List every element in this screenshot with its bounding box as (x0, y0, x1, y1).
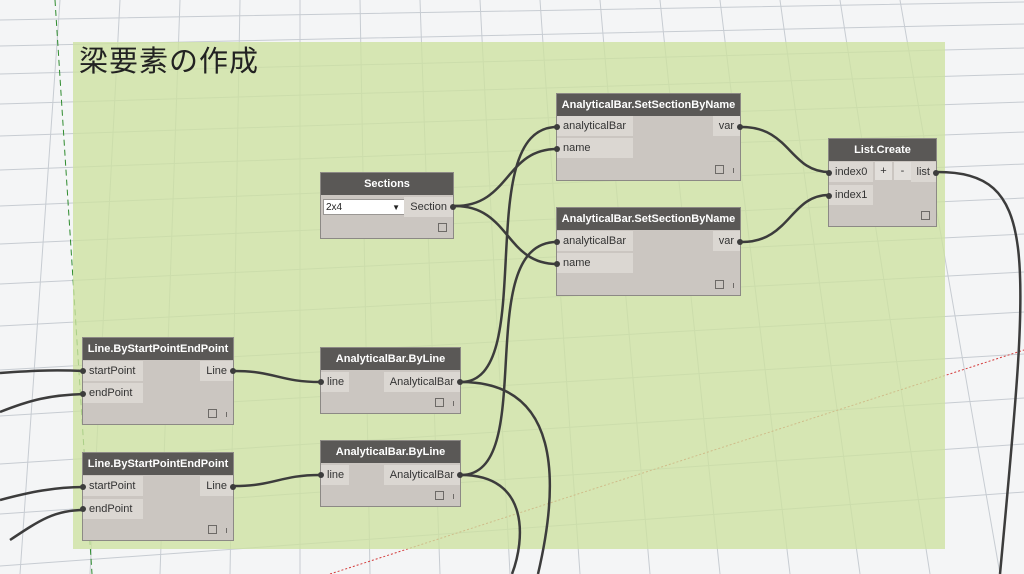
input-port-endpoint[interactable]: endPoint (83, 383, 143, 403)
node-title[interactable]: AnalyticalBar.SetSectionByName (557, 208, 740, 230)
output-port-line[interactable]: Line (200, 476, 233, 496)
node-title[interactable]: List.Create (829, 139, 936, 161)
preview-toggle-icon[interactable] (715, 280, 724, 289)
input-port-endpoint[interactable]: endPoint (83, 499, 143, 519)
output-connector[interactable] (457, 472, 463, 478)
analytical-bar-node-2[interactable]: AnalyticalBar.ByLine line AnalyticalBar (318, 441, 463, 506)
input-port-line[interactable]: line (321, 465, 349, 485)
set-section-node-2[interactable]: AnalyticalBar.SetSectionByName analytica… (554, 208, 743, 295)
section-dropdown[interactable]: 2x4 ▼ (323, 199, 405, 215)
preview-toggle-icon[interactable] (921, 211, 930, 220)
output-connector[interactable] (737, 239, 743, 245)
lacing-indicator (226, 528, 227, 533)
output-connector[interactable] (230, 484, 236, 490)
input-port-startpoint[interactable]: startPoint (83, 361, 143, 381)
input-port-analyticalbar[interactable]: analyticalBar (557, 231, 633, 251)
input-port-analyticalbar[interactable]: analyticalBar (557, 116, 633, 136)
input-connector[interactable] (318, 379, 324, 385)
lacing-indicator (453, 494, 454, 499)
lacing-indicator (453, 401, 454, 406)
output-port-line[interactable]: Line (200, 361, 233, 381)
node-title[interactable]: Line.ByStartPointEndPoint (83, 338, 233, 360)
input-port-startpoint[interactable]: startPoint (83, 476, 143, 496)
input-connector[interactable] (554, 124, 560, 130)
preview-toggle-icon[interactable] (208, 409, 217, 418)
input-connector[interactable] (80, 391, 86, 397)
output-port-var[interactable]: var (712, 231, 740, 251)
list-create-node[interactable]: List.Create index0 index1 + - list (826, 139, 939, 226)
node-title[interactable]: AnalyticalBar.ByLine (321, 348, 460, 370)
output-port-analyticalbar[interactable]: AnalyticalBar (383, 372, 460, 392)
node-title[interactable]: AnalyticalBar.SetSectionByName (557, 94, 740, 116)
output-connector[interactable] (737, 124, 743, 130)
preview-toggle-icon[interactable] (435, 491, 444, 500)
input-port-name[interactable]: name (557, 253, 633, 273)
input-connector[interactable] (554, 146, 560, 152)
line-node-2[interactable]: Line.ByStartPointEndPoint startPoint end… (80, 453, 236, 540)
output-connector[interactable] (457, 379, 463, 385)
input-connector[interactable] (318, 472, 324, 478)
preview-toggle-icon[interactable] (208, 525, 217, 534)
input-port-index1[interactable]: index1 (829, 185, 873, 205)
input-connector[interactable] (554, 261, 560, 267)
node-title[interactable]: Sections (321, 173, 453, 195)
add-input-button[interactable]: + (875, 162, 892, 180)
node-title[interactable]: AnalyticalBar.ByLine (321, 441, 460, 463)
lacing-indicator (733, 168, 734, 173)
output-connector[interactable] (933, 170, 939, 176)
output-connector[interactable] (450, 204, 456, 210)
input-connector[interactable] (80, 506, 86, 512)
output-connector[interactable] (230, 368, 236, 374)
preview-toggle-icon[interactable] (435, 398, 444, 407)
output-port-section[interactable]: Section (404, 197, 453, 217)
preview-toggle-icon[interactable] (438, 223, 447, 232)
input-port-name[interactable]: name (557, 138, 633, 158)
lacing-indicator (733, 283, 734, 288)
output-port-var[interactable]: var (712, 116, 740, 136)
input-port-line[interactable]: line (321, 372, 349, 392)
dropdown-value: 2x4 (326, 202, 343, 213)
sections-node[interactable]: Sections 2x4 ▼ Section (321, 173, 456, 238)
output-port-analyticalbar[interactable]: AnalyticalBar (383, 465, 460, 485)
input-connector[interactable] (80, 484, 86, 490)
input-connector[interactable] (80, 368, 86, 374)
input-connector[interactable] (826, 170, 832, 176)
lacing-indicator (226, 412, 227, 417)
node-title[interactable]: Line.ByStartPointEndPoint (83, 453, 233, 475)
input-connector[interactable] (554, 239, 560, 245)
input-connector[interactable] (826, 193, 832, 199)
remove-input-button[interactable]: - (894, 162, 911, 180)
group-title[interactable]: 梁要素の作成 (79, 38, 259, 80)
line-node-1[interactable]: Line.ByStartPointEndPoint startPoint end… (80, 338, 236, 424)
dropdown-arrow-icon[interactable]: ▼ (392, 200, 400, 216)
set-section-node-1[interactable]: AnalyticalBar.SetSectionByName analytica… (554, 94, 743, 180)
analytical-bar-node-1[interactable]: AnalyticalBar.ByLine line AnalyticalBar (318, 348, 463, 413)
preview-toggle-icon[interactable] (715, 165, 724, 174)
input-port-index0[interactable]: index0 (829, 162, 873, 182)
